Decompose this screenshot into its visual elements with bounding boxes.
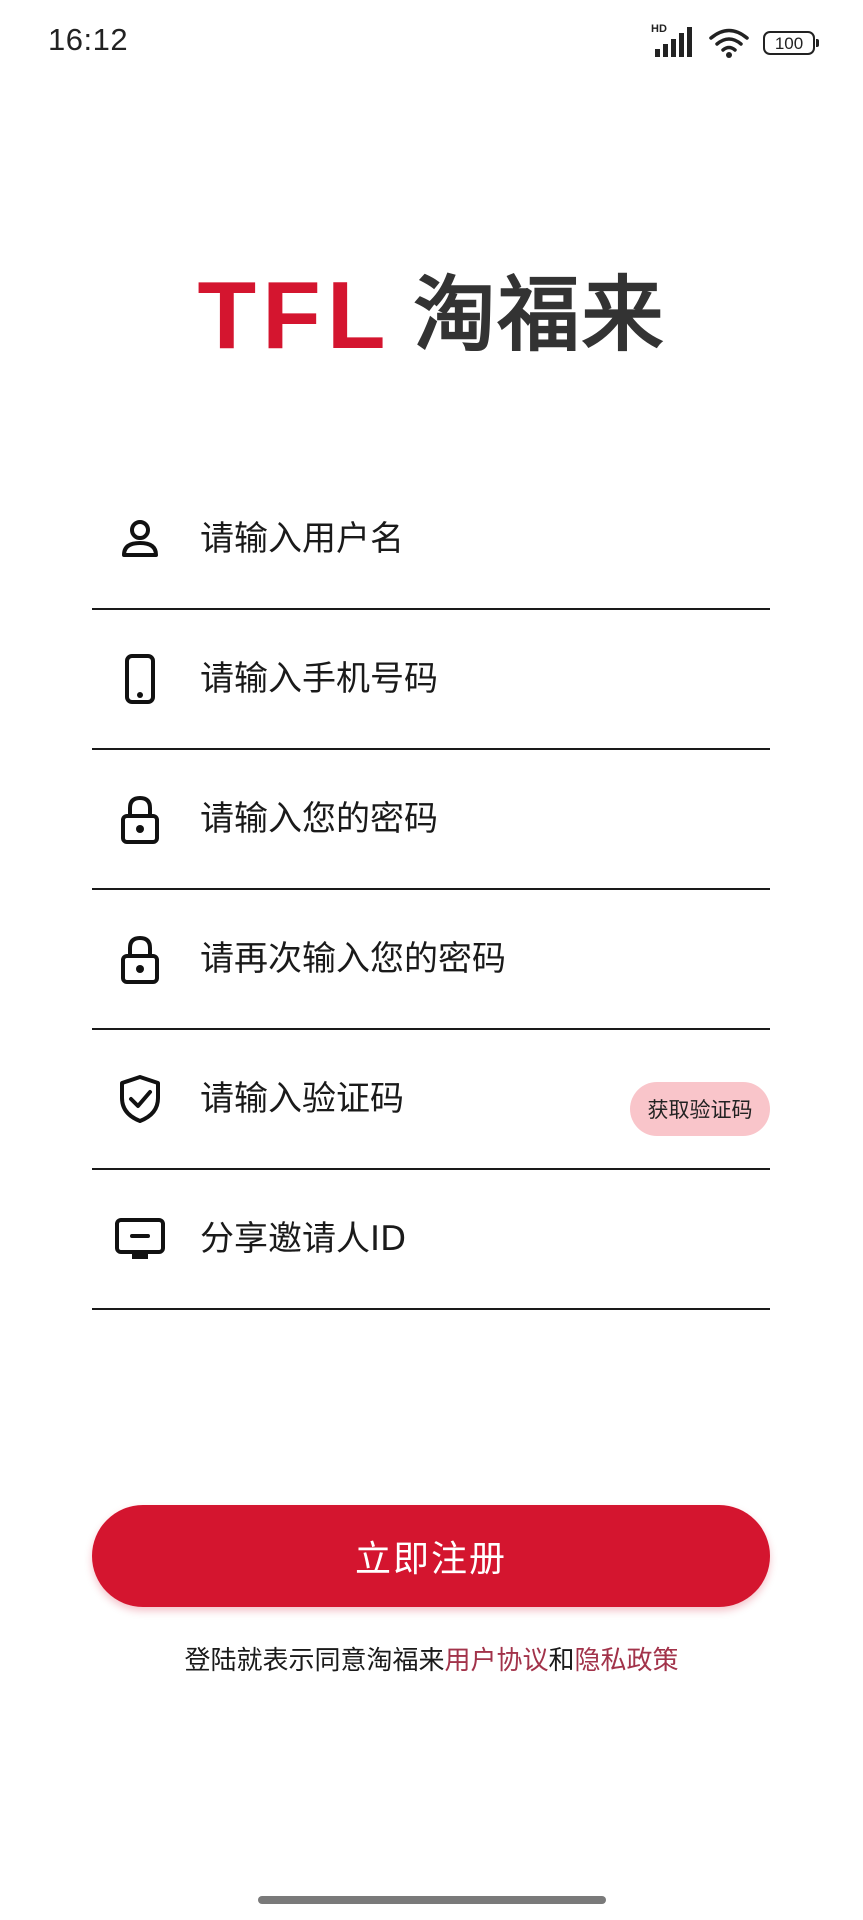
user-agreement-link[interactable]: 用户协议	[444, 1646, 548, 1676]
app-logo: TFL 淘福来	[0, 268, 863, 364]
user-icon	[114, 513, 166, 565]
shield-check-icon	[114, 1073, 166, 1125]
username-input[interactable]	[200, 509, 770, 569]
home-indicator[interactable]	[258, 1896, 606, 1904]
signal-icon: HD	[651, 23, 695, 59]
status-bar: 16:12 HD 100	[0, 0, 863, 90]
phone-field-row	[92, 610, 770, 750]
username-field-row	[92, 470, 770, 610]
phone-icon	[114, 653, 166, 705]
confirm-password-field-row	[92, 890, 770, 1030]
status-icons: HD 100	[651, 23, 819, 60]
agreement-and: 和	[548, 1646, 575, 1676]
invite-field-row	[92, 1170, 770, 1310]
battery-icon: 100	[763, 31, 819, 55]
wifi-icon	[709, 27, 749, 59]
lock-icon	[114, 933, 166, 985]
agreement-text: 登陆就表示同意淘福来用户协议和隐私政策	[0, 1640, 863, 1677]
invite-id-input[interactable]	[200, 1209, 770, 1269]
register-button[interactable]: 立即注册	[92, 1505, 770, 1607]
verification-field-row: 获取验证码	[92, 1030, 770, 1170]
monitor-icon	[114, 1213, 166, 1265]
battery-level: 100	[774, 33, 804, 53]
logo-text-en: TFL	[197, 262, 392, 369]
password-field-row	[92, 750, 770, 890]
agreement-prefix: 登陆就表示同意淘福来	[184, 1646, 445, 1676]
password-input[interactable]	[200, 789, 770, 849]
get-code-button[interactable]: 获取验证码	[630, 1082, 770, 1136]
status-time: 16:12	[48, 22, 129, 57]
confirm-password-input[interactable]	[200, 929, 770, 989]
logo-text-cn: 淘福来	[413, 268, 666, 363]
registration-form: 获取验证码	[92, 470, 770, 1310]
privacy-policy-link[interactable]: 隐私政策	[575, 1646, 679, 1676]
phone-input[interactable]	[200, 649, 770, 709]
lock-icon	[114, 793, 166, 845]
